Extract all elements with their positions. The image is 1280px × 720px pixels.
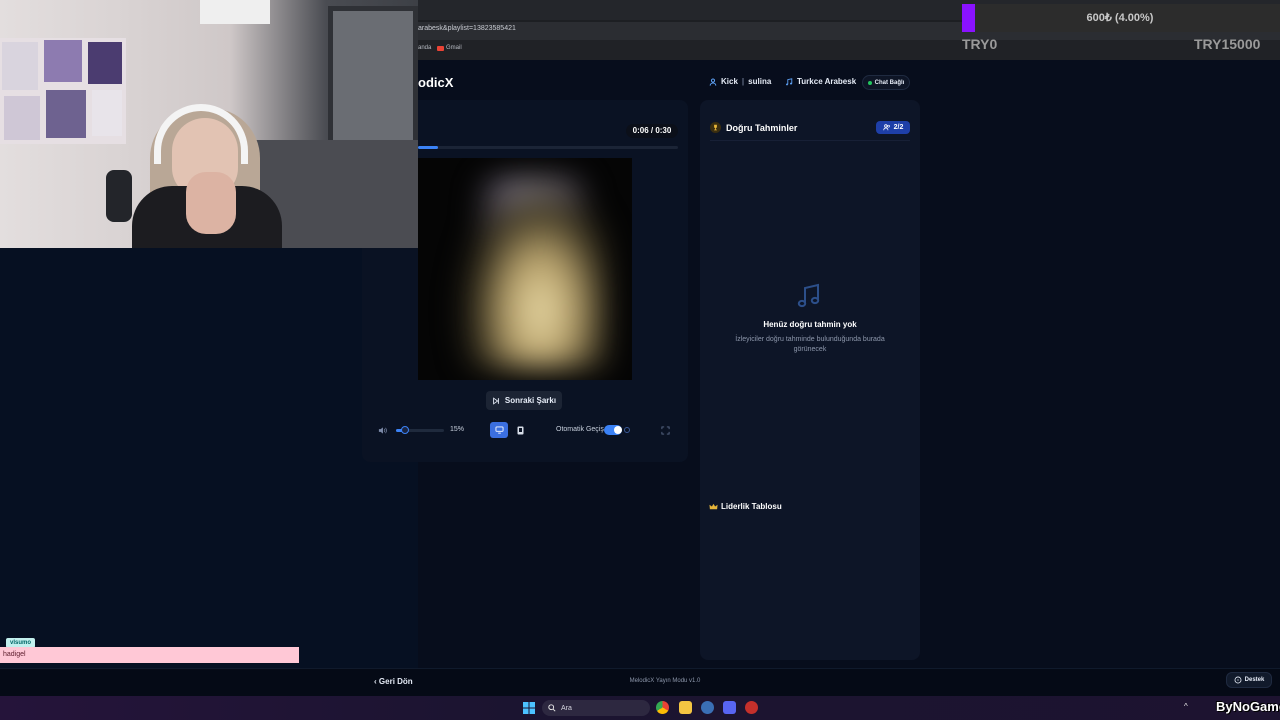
person-hand — [186, 172, 236, 234]
headphones — [154, 104, 248, 164]
taskbar-search[interactable]: Ara — [542, 700, 650, 716]
back-label: Geri Dön — [378, 677, 413, 686]
playback-time: 0:06 / 0:30 — [626, 124, 678, 138]
correct-guesses-panel — [700, 100, 920, 660]
correct-guesses-header: Doğru Tahminler — [710, 122, 797, 133]
poster-moon — [46, 90, 86, 138]
chevron-left-icon: ‹ — [374, 677, 377, 686]
bookmark-item[interactable]: anda — [418, 45, 431, 51]
leaderboard-title: Liderlik Tablosu — [721, 502, 782, 511]
phone-icon — [517, 426, 523, 434]
windows-start-icon[interactable] — [523, 702, 535, 714]
album-cover-blurred-art — [458, 178, 608, 368]
trophy-icon — [710, 122, 721, 133]
auto-advance-label: Otomatik Geçiş — [556, 426, 604, 433]
poster-dark — [88, 42, 122, 84]
users-icon — [882, 124, 890, 131]
app-logo[interactable]: odicX — [418, 75, 453, 90]
playlist-indicator: Turkce Arabesk — [785, 77, 856, 86]
help-chat-icon — [1234, 676, 1242, 684]
empty-state-title: Henüz doğru tahmin yok — [763, 320, 857, 329]
leaderboard-header: Liderlik Tablosu — [709, 502, 782, 511]
steam-icon[interactable] — [701, 701, 714, 714]
donation-goal-fill — [962, 4, 975, 32]
guess-count-badge: 2/2 — [876, 121, 910, 134]
progress-fill — [418, 146, 438, 149]
bookmarks-bar — [418, 40, 1280, 60]
bookmark-gmail[interactable]: Gmail — [437, 45, 462, 51]
donation-min-label: TRY0 — [962, 36, 998, 52]
music-note-icon — [797, 283, 820, 308]
donation-max-label: TRY15000 — [1194, 36, 1261, 52]
playlist-name: Turkce Arabesk — [797, 77, 857, 86]
webcam-feed — [0, 0, 418, 248]
next-song-label: Sonraki Şarkı — [504, 396, 557, 405]
wall-posters — [0, 38, 126, 144]
speaker — [106, 170, 132, 222]
obs-icon[interactable] — [745, 701, 758, 714]
landscape-mode-button[interactable] — [490, 422, 508, 438]
skip-next-icon — [493, 396, 499, 405]
tray-chevron-up-icon[interactable]: ^ — [1184, 702, 1188, 711]
volume-percent: 15% — [450, 426, 465, 433]
connected-dot-icon — [867, 80, 872, 85]
chat-message: hadigel — [0, 647, 299, 663]
panel-divider — [710, 140, 910, 141]
nav-divider: | — [741, 77, 745, 86]
support-button[interactable]: Destek — [1226, 672, 1272, 688]
auto-advance-toggle-knob — [614, 426, 622, 434]
url-text[interactable]: arabesk&playlist=13823585421 — [418, 25, 516, 32]
user-icon — [709, 77, 717, 86]
platform-indicator: Kick | sulina — [709, 77, 771, 86]
crown-icon — [709, 503, 718, 509]
back-button[interactable]: ‹ Geri Dön — [374, 677, 413, 686]
volume-icon[interactable] — [378, 426, 387, 435]
monitor-icon — [495, 426, 503, 434]
discord-icon[interactable] — [723, 701, 736, 714]
poster-spade — [92, 90, 122, 136]
progress-track[interactable] — [418, 146, 678, 149]
poster-eye — [4, 96, 40, 140]
donation-amount: 600₺ (4.00%) — [1086, 12, 1154, 24]
support-label: Destek — [1244, 677, 1265, 683]
music-icon — [786, 77, 793, 85]
chat-status-badge: Chat Bağlı — [862, 75, 910, 90]
platform-name: Kick — [721, 77, 738, 86]
volume-slider-handle[interactable] — [401, 426, 409, 434]
wall-shelf — [200, 0, 270, 24]
fullscreen-icon[interactable] — [661, 426, 670, 435]
chrome-icon[interactable] — [656, 701, 669, 714]
search-placeholder: Ara — [561, 704, 572, 712]
file-explorer-icon[interactable] — [679, 701, 692, 714]
poster-star — [2, 42, 38, 90]
gmail-icon — [437, 45, 444, 51]
guess-count-value: 2/2 — [893, 124, 904, 131]
bynogame-overlay-logo: ByNoGame — [1216, 699, 1280, 714]
portrait-mode-button[interactable] — [514, 424, 526, 436]
search-icon — [548, 704, 556, 712]
poster-purple — [44, 40, 82, 82]
album-cover — [418, 158, 632, 380]
empty-state-subtitle: İzleyiciler doğru tahminde bulunduğunda … — [735, 336, 885, 353]
correct-guesses-title: Doğru Tahminler — [726, 122, 798, 133]
info-icon[interactable] — [624, 427, 630, 433]
channel-name: sulina — [748, 77, 772, 86]
left-background — [0, 248, 418, 696]
chat-status-label: Chat Bağlı — [874, 79, 905, 86]
next-song-button[interactable]: Sonraki Şarkı — [486, 391, 562, 410]
version-label: MelodicX Yayın Modu v1.0 — [629, 678, 701, 684]
bookmark-label: Gmail — [446, 45, 462, 51]
